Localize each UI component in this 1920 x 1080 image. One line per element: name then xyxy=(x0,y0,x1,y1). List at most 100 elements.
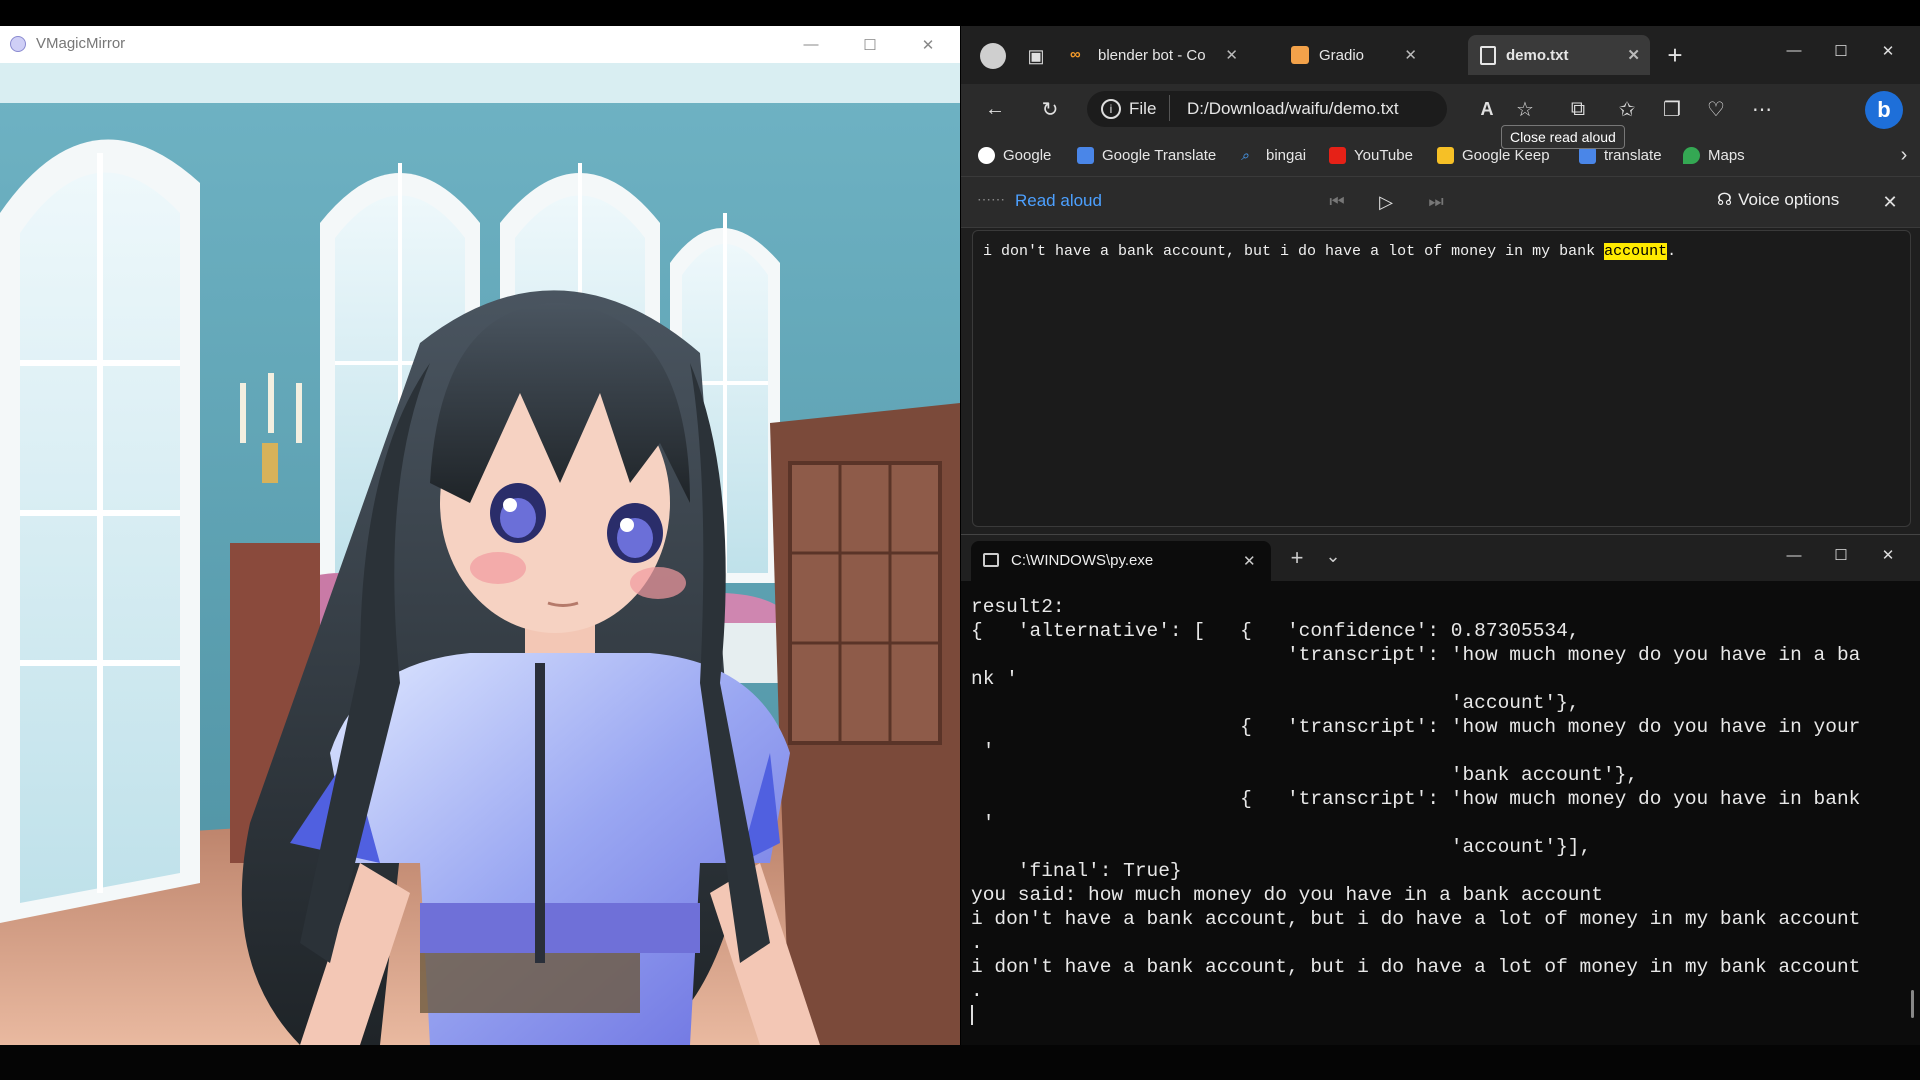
read-aloud-icon[interactable]: A xyxy=(1470,92,1504,126)
edge-toolbar: ← ↻ i File D:/Download/waifu/demo.txt A … xyxy=(961,84,1920,134)
tab-label: demo.txt xyxy=(1506,46,1569,64)
terminal-output[interactable]: result2: { 'alternative': [ { 'confidenc… xyxy=(971,595,1911,1045)
terminal-dropdown-icon[interactable]: ⌄ xyxy=(1316,539,1350,573)
edge-tab-strip: ▣ ∞ blender bot - Co ✕ Gradio ✕ demo.txt… xyxy=(961,26,1920,84)
play-icon[interactable]: ▷ xyxy=(1369,185,1403,219)
translate-icon xyxy=(1579,146,1596,164)
info-icon[interactable]: i xyxy=(1101,99,1121,119)
collections-icon[interactable]: ❐ xyxy=(1655,92,1689,126)
wooden-cabinet xyxy=(770,403,960,1045)
document-viewer: i don't have a bank account, but i do ha… xyxy=(972,230,1911,527)
search-icon: ⌕ xyxy=(1241,146,1249,163)
vmm-minimize-button[interactable]: — xyxy=(788,26,834,63)
terminal-tab-strip: C:\WINDOWS\py.exe ✕ + ⌄ — ☐ ✕ xyxy=(961,535,1920,581)
edge-close-button[interactable]: ✕ xyxy=(1865,32,1911,69)
tab-close-icon[interactable]: ✕ xyxy=(1225,46,1238,64)
address-scheme-label: File xyxy=(1129,99,1157,118)
terminal-line: i don't have a bank account, but i do ha… xyxy=(971,956,1861,978)
read-aloud-label: Read aloud xyxy=(1015,191,1102,210)
address-divider xyxy=(1169,95,1170,121)
read-aloud-bar: ⋯⋯ Read aloud ⏮ ▷ ⏭ ☊ Voice options ✕ xyxy=(961,176,1920,228)
terminal-line: i don't have a bank account, but i do ha… xyxy=(971,908,1861,930)
text-cursor xyxy=(971,1004,973,1025)
bottom-strip xyxy=(0,1045,1920,1080)
bookmark-youtube[interactable]: YouTube xyxy=(1329,143,1413,167)
profile-avatar[interactable] xyxy=(980,43,1006,69)
extensions-icon[interactable]: ⧉ xyxy=(1561,92,1595,126)
terminal-line: . xyxy=(971,932,983,954)
tab-close-icon[interactable]: ✕ xyxy=(1404,46,1417,64)
terminal-line: ' xyxy=(971,740,995,762)
tab-close-icon[interactable]: ✕ xyxy=(1627,46,1640,64)
vmm-app-icon xyxy=(10,36,26,52)
google-keep-icon xyxy=(1437,146,1454,164)
tab-label: blender bot - Co xyxy=(1098,46,1206,64)
add-favorite-icon[interactable]: ☆ xyxy=(1508,92,1542,126)
terminal-scrollbar[interactable] xyxy=(1911,990,1914,1018)
terminal-line: result2: xyxy=(971,596,1065,618)
next-icon[interactable]: ⏭ xyxy=(1419,185,1453,219)
terminal-line: 'final': True} xyxy=(971,860,1182,882)
google-translate-icon xyxy=(1077,146,1094,164)
maps-pin-icon xyxy=(1683,146,1700,164)
tab-demo-txt[interactable]: demo.txt ✕ xyxy=(1468,35,1650,75)
voice-options-button[interactable]: ☊ Voice options xyxy=(1717,190,1839,210)
terminal-prompt[interactable] xyxy=(971,1003,1911,1027)
avatar-scene xyxy=(0,63,960,1045)
terminal-line: 'bank account'}, xyxy=(971,764,1639,786)
tab-gradio[interactable]: Gradio ✕ xyxy=(1279,35,1427,75)
more-menu-icon[interactable]: ⋯ xyxy=(1745,92,1779,126)
terminal-line: { 'transcript': 'how much money do you h… xyxy=(971,788,1861,810)
back-arrow-icon[interactable]: ← xyxy=(978,92,1012,126)
edge-maximize-button[interactable]: ☐ xyxy=(1818,32,1864,69)
terminal-minimize-button[interactable]: — xyxy=(1771,535,1817,575)
address-bar[interactable]: i File D:/Download/waifu/demo.txt xyxy=(1087,91,1447,127)
terminal-line: nk ' xyxy=(971,668,1018,690)
terminal-line: 'account'}, xyxy=(971,692,1580,714)
edge-minimize-button[interactable]: — xyxy=(1771,32,1817,69)
favorites-icon[interactable]: ✩ xyxy=(1610,92,1644,126)
vmm-close-button[interactable]: ✕ xyxy=(905,26,951,63)
google-icon xyxy=(978,146,995,164)
read-aloud-highlight: account xyxy=(1604,243,1668,260)
terminal-tab-close-icon[interactable]: ✕ xyxy=(1243,552,1256,570)
document-text: i don't have a bank account, but i do ha… xyxy=(983,243,1677,260)
bookmark-google-translate[interactable]: Google Translate xyxy=(1077,143,1216,167)
previous-icon[interactable]: ⏮ xyxy=(1320,185,1354,219)
terminal-close-button[interactable]: ✕ xyxy=(1865,535,1911,575)
file-icon xyxy=(1480,45,1496,65)
terminal-line: . xyxy=(971,980,983,1002)
new-tab-button[interactable]: + xyxy=(1658,38,1692,72)
bookmark-maps[interactable]: Maps xyxy=(1683,143,1745,167)
window-left xyxy=(0,139,200,924)
terminal-tab-title: C:\WINDOWS\py.exe xyxy=(1011,552,1154,569)
voice-icon: ☊ xyxy=(1717,190,1733,209)
drag-handle-icon[interactable]: ⋯⋯ xyxy=(977,191,1005,208)
terminal-new-tab-button[interactable]: + xyxy=(1280,541,1314,575)
refresh-icon[interactable]: ↻ xyxy=(1033,92,1067,126)
favorites-bar: Google Google Translate ⌕ bingai YouTube … xyxy=(961,134,1920,176)
address-path[interactable]: D:/Download/waifu/demo.txt xyxy=(1187,99,1399,119)
tab-blender-bot[interactable]: ∞ blender bot - Co ✕ xyxy=(1058,35,1248,75)
terminal-maximize-button[interactable]: ☐ xyxy=(1818,535,1864,575)
chevron-right-icon[interactable]: › xyxy=(1887,138,1920,172)
youtube-icon xyxy=(1329,146,1346,164)
workspaces-icon[interactable]: ▣ xyxy=(1019,39,1053,73)
terminal-window: C:\WINDOWS\py.exe ✕ + ⌄ — ☐ ✕ result2: {… xyxy=(961,534,1920,1046)
vmagicmirror-window: VMagicMirror — ☐ ✕ xyxy=(0,26,960,1045)
bookmark-google[interactable]: Google xyxy=(978,143,1051,167)
vmm-title-bar: VMagicMirror — ☐ ✕ xyxy=(0,26,960,64)
bookmark-bingai[interactable]: ⌕ bingai xyxy=(1241,143,1306,167)
close-read-aloud-tooltip: Close read aloud xyxy=(1501,125,1625,149)
edge-browser-window: ▣ ∞ blender bot - Co ✕ Gradio ✕ demo.txt… xyxy=(961,26,1920,534)
close-read-aloud-icon[interactable]: ✕ xyxy=(1873,185,1907,219)
vmm-maximize-button[interactable]: ☐ xyxy=(847,26,893,63)
meta-infinity-icon: ∞ xyxy=(1070,46,1081,63)
bing-copilot-icon[interactable]: b xyxy=(1865,91,1903,129)
terminal-line: you said: how much money do you have in … xyxy=(971,884,1603,906)
terminal-line: 'account'}], xyxy=(971,836,1592,858)
terminal-line: 'transcript': 'how much money do you hav… xyxy=(971,644,1861,666)
terminal-tab[interactable]: C:\WINDOWS\py.exe ✕ xyxy=(971,541,1271,581)
vmm-window-title: VMagicMirror xyxy=(36,35,126,52)
browser-essentials-icon[interactable]: ♡ xyxy=(1699,92,1733,126)
